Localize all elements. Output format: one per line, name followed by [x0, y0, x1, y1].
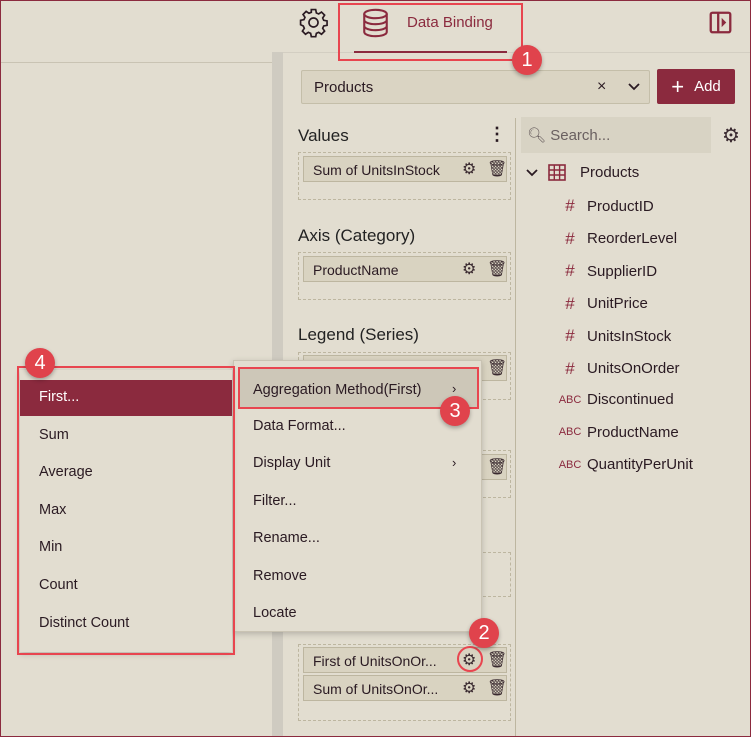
callout-box-1: [338, 3, 523, 61]
menu-item[interactable]: Filter...: [253, 493, 297, 509]
field-item[interactable]: # ProductID: [553, 196, 654, 216]
item-label: First of UnitsOnOr...: [313, 653, 437, 669]
number-type-icon: #: [565, 261, 575, 280]
number-type-icon: #: [565, 326, 575, 345]
panel-collapse-icon[interactable]: [709, 11, 732, 34]
field-item[interactable]: # SupplierID: [553, 261, 657, 281]
table-name: Products: [580, 164, 640, 181]
trash-icon[interactable]: 🗑: [487, 678, 507, 698]
search-icon: 🔍︎: [527, 127, 547, 144]
gear-icon[interactable]: [298, 7, 329, 38]
text-type-icon: ABC: [558, 426, 582, 438]
callout-badge-2: 2: [469, 618, 499, 648]
item-label: Sum of UnitsOnOr...: [313, 681, 439, 697]
field-name: ProductName: [587, 423, 679, 441]
callout-badge-4: 4: [25, 348, 55, 378]
gear-icon[interactable]: ⚙: [722, 123, 740, 148]
search-input[interactable]: 🔍︎ Search...: [521, 117, 711, 153]
text-type-icon: ABC: [558, 393, 582, 406]
table-icon: [548, 164, 566, 181]
table-node[interactable]: Products: [526, 164, 639, 181]
number-type-icon: #: [565, 228, 575, 248]
number-type-icon: #: [565, 293, 575, 313]
gear-icon[interactable]: ⚙: [462, 678, 476, 698]
field-name: QuantityPerUnit: [587, 456, 693, 473]
more-icon[interactable]: ⋮: [488, 124, 506, 145]
field-item[interactable]: # ReorderLevel: [553, 229, 677, 249]
chevron-down-icon[interactable]: [628, 83, 640, 91]
axis-item[interactable]: ProductName ⚙ 🗑: [303, 256, 507, 282]
callout-badge-1: 1: [512, 45, 542, 75]
field-item[interactable]: # UnitsInStock: [553, 326, 671, 346]
add-button[interactable]: + Add: [657, 69, 735, 104]
trash-icon[interactable]: 🗑: [487, 457, 507, 477]
trash-icon[interactable]: 🗑: [487, 650, 507, 670]
trash-icon[interactable]: 🗑: [487, 159, 507, 179]
add-label: Add: [694, 78, 721, 95]
callout-badge-3: 3: [440, 396, 470, 426]
callout-circle-2: [457, 646, 483, 672]
field-name: UnitsOnOrder: [587, 360, 680, 377]
menu-item[interactable]: Rename...: [253, 530, 320, 546]
menu-item[interactable]: Data Format...: [253, 418, 346, 434]
field-name: ProductID: [587, 197, 654, 215]
field-item[interactable]: # UnitsOnOrder: [553, 358, 680, 379]
field-name: Discontinued: [587, 391, 674, 408]
section-title-values: Values: [298, 126, 349, 145]
number-type-icon: #: [565, 196, 575, 215]
chevron-right-icon: ›: [452, 455, 457, 470]
dataset-value: Products: [314, 79, 374, 96]
gear-icon[interactable]: ⚙: [462, 159, 476, 179]
chevron-down-icon[interactable]: [526, 168, 538, 177]
field-name: ReorderLevel: [587, 230, 678, 247]
number-type-icon: #: [565, 358, 575, 378]
field-item[interactable]: ABC Discontinued: [553, 391, 674, 408]
panel-divider: [515, 118, 516, 737]
trash-icon[interactable]: 🗑: [487, 358, 507, 378]
search-placeholder: Search...: [550, 127, 611, 144]
trash-icon[interactable]: 🗑: [487, 259, 507, 279]
item-label: ProductName: [313, 262, 399, 278]
menu-item[interactable]: Display Unit: [253, 455, 330, 471]
gear-icon[interactable]: ⚙: [462, 259, 476, 279]
dataset-select[interactable]: Products ×: [301, 70, 650, 104]
menu-item[interactable]: Remove: [253, 568, 307, 584]
section-title-axis: Axis (Category): [298, 226, 416, 245]
value-item[interactable]: Sum of UnitsOnOr... ⚙ 🗑: [303, 675, 507, 701]
field-name: UnitsInStock: [587, 327, 672, 345]
item-label: Sum of UnitsInStock: [313, 162, 440, 178]
callout-box-4: [17, 366, 235, 655]
menu-item[interactable]: Locate: [253, 605, 297, 621]
field-name: UnitPrice: [587, 295, 648, 312]
field-item[interactable]: ABC ProductName: [553, 424, 679, 441]
text-type-icon: ABC: [558, 458, 582, 471]
plus-icon: +: [671, 73, 685, 99]
field-item[interactable]: # UnitPrice: [553, 294, 648, 314]
field-name: SupplierID: [587, 262, 658, 280]
clear-icon[interactable]: ×: [597, 78, 606, 96]
section-title-legend: Legend (Series): [298, 325, 419, 344]
value-item[interactable]: Sum of UnitsInStock ⚙ 🗑: [303, 156, 507, 182]
field-item[interactable]: ABC QuantityPerUnit: [553, 456, 693, 473]
